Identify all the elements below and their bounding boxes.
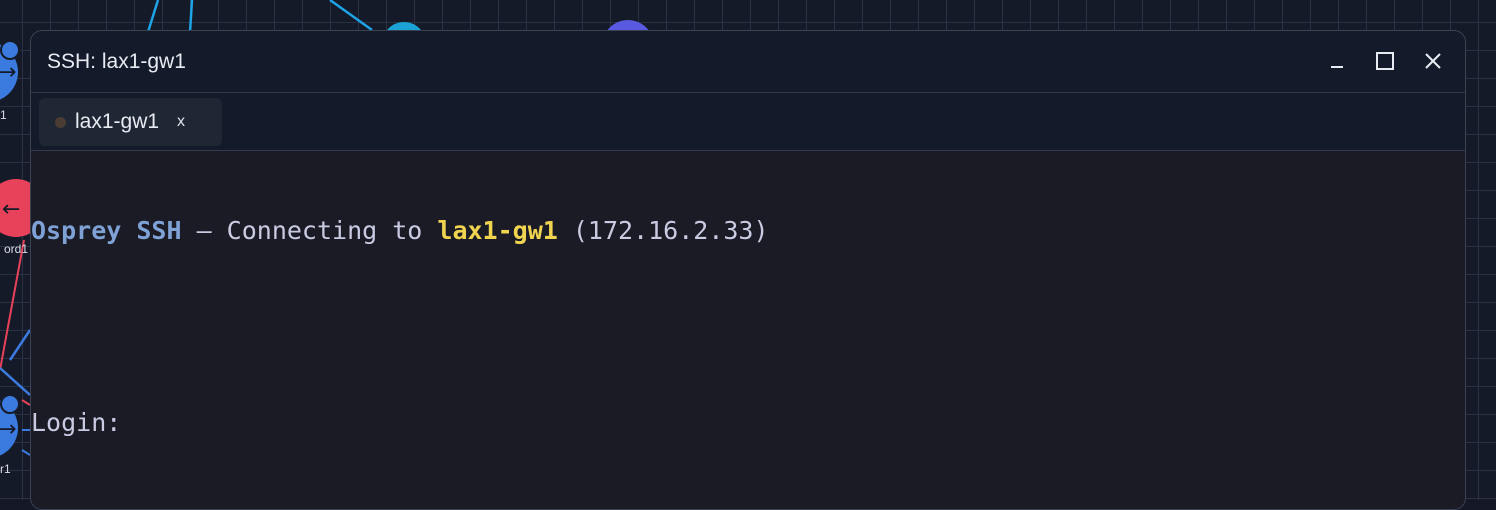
router-node[interactable]: → — [0, 394, 20, 458]
link-line — [21, 449, 31, 456]
link-line — [0, 239, 25, 371]
node-label: ord1 — [4, 242, 29, 256]
link-line — [21, 399, 31, 406]
login-prompt: Login: — [31, 408, 122, 437]
ssh-window: SSH: lax1-gw1 lax1-gw1 x Osprey SSH — Co… — [30, 30, 1466, 510]
router-node[interactable]: → — [0, 40, 20, 102]
window-titlebar[interactable]: SSH: lax1-gw1 — [31, 31, 1465, 93]
link-line — [146, 0, 160, 33]
tab-lax1-gw1[interactable]: lax1-gw1 x — [39, 98, 222, 146]
maximize-button[interactable] — [1373, 49, 1397, 73]
terminal-text: Connecting to — [226, 216, 438, 245]
tab-label: lax1-gw1 — [75, 110, 160, 133]
tab-bar: lax1-gw1 x — [31, 93, 1465, 151]
terminal-separator: — — [181, 216, 227, 245]
minimize-icon — [1331, 66, 1343, 68]
status-dot-icon — [55, 116, 66, 128]
terminal-output[interactable]: Osprey SSH — Connecting to lax1-gw1 (172… — [31, 151, 1465, 509]
svg-text:→: → — [0, 417, 16, 442]
terminal-brand: Osprey SSH — [31, 216, 182, 245]
tab-close-button[interactable]: x — [177, 113, 185, 131]
minimize-button[interactable] — [1325, 49, 1349, 73]
terminal-line: Login: — [31, 407, 1465, 439]
link-line — [329, 0, 373, 32]
terminal-line: Osprey SSH — Connecting to lax1-gw1 (172… — [31, 215, 1465, 247]
link-line — [8, 329, 32, 361]
close-button[interactable] — [1421, 49, 1445, 73]
window-title: SSH: lax1-gw1 — [47, 49, 186, 73]
svg-text:→: → — [0, 60, 16, 85]
maximize-icon — [1376, 52, 1394, 70]
link-line — [188, 0, 194, 33]
node-label: 1 — [0, 108, 7, 122]
node-label: r1 — [0, 462, 11, 476]
svg-text:←: ← — [2, 197, 20, 222]
close-icon — [1425, 53, 1441, 69]
terminal-hostname: lax1-gw1 — [437, 216, 558, 245]
terminal-ip: (172.16.2.33) — [557, 216, 769, 245]
link-line — [0, 367, 31, 396]
window-controls — [1325, 49, 1445, 73]
